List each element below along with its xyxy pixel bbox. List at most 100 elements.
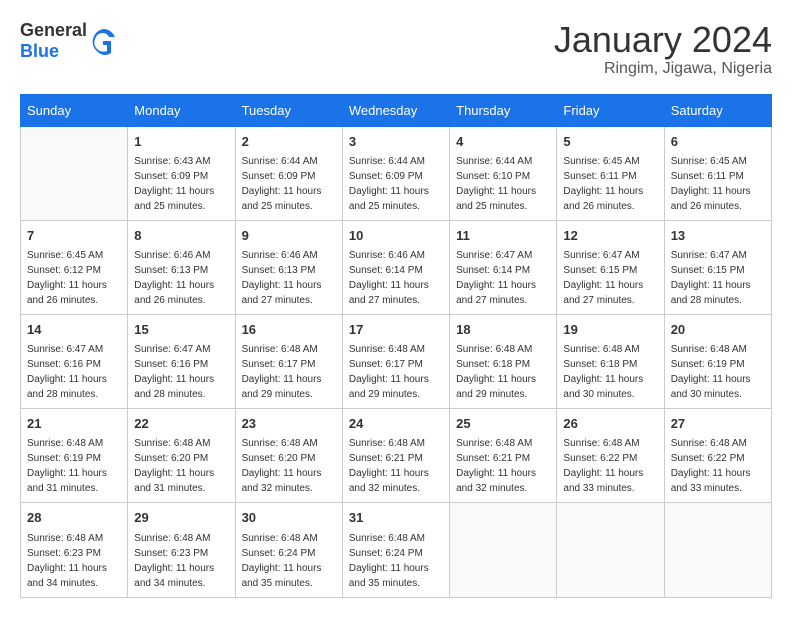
day-info: Sunrise: 6:48 AMSunset: 6:22 PMDaylight:… [563,436,657,496]
day-number: 17 [349,321,443,339]
day-number: 8 [134,227,228,245]
header-friday: Friday [557,94,664,126]
day-number: 21 [27,415,121,433]
day-number: 5 [563,133,657,151]
day-info: Sunrise: 6:48 AMSunset: 6:22 PMDaylight:… [671,436,765,496]
calendar-cell: 28Sunrise: 6:48 AMSunset: 6:23 PMDayligh… [21,503,128,597]
day-info: Sunrise: 6:43 AMSunset: 6:09 PMDaylight:… [134,154,228,214]
day-number: 26 [563,415,657,433]
day-number: 23 [242,415,336,433]
day-number: 2 [242,133,336,151]
location: Ringim, Jigawa, Nigeria [554,60,772,78]
day-info: Sunrise: 6:47 AMSunset: 6:16 PMDaylight:… [27,342,121,402]
day-number: 27 [671,415,765,433]
calendar-cell: 27 Sunrise: 6:48 AMSunset: 6:22 PMDayligh… [664,409,771,503]
logo-general: General [20,20,87,40]
day-number: 22 [134,415,228,433]
header-wednesday: Wednesday [342,94,449,126]
month-title: January 2024 [554,20,772,60]
day-number: 25 [456,415,550,433]
header-saturday: Saturday [664,94,771,126]
calendar-cell: 8 Sunrise: 6:46 AMSunset: 6:13 PMDaylight… [128,220,235,314]
day-number: 14 [27,321,121,339]
calendar-cell [557,503,664,597]
calendar-cell: 14 Sunrise: 6:47 AMSunset: 6:16 PMDayligh… [21,314,128,408]
day-info: Sunrise: 6:44 AMSunset: 6:09 PMDaylight:… [349,154,443,214]
calendar-cell: 19Sunrise: 6:48 AMSunset: 6:18 PMDayligh… [557,314,664,408]
calendar-cell: 29 Sunrise: 6:48 AMSunset: 6:23 PMDayligh… [128,503,235,597]
calendar-cell: 22 Sunrise: 6:48 AMSunset: 6:20 PMDayligh… [128,409,235,503]
calendar-cell: 16 Sunrise: 6:48 AMSunset: 6:17 PMDayligh… [235,314,342,408]
calendar-table: Sunday Monday Tuesday Wednesday Thursday… [20,94,772,598]
page-header: General Blue January 2024 Ringim, Jigawa… [20,20,772,78]
day-info: Sunrise: 6:48 AMSunset: 6:23 PMDaylight:… [27,531,121,591]
day-number: 20 [671,321,765,339]
day-info: Sunrise: 6:48 AMSunset: 6:20 PMDaylight:… [134,436,228,496]
day-number: 11 [456,227,550,245]
header-monday: Monday [128,94,235,126]
calendar-cell [450,503,557,597]
day-number: 29 [134,509,228,527]
day-number: 30 [242,509,336,527]
day-number: 19 [563,321,657,339]
day-info: Sunrise: 6:44 AMSunset: 6:10 PMDaylight:… [456,154,550,214]
calendar-header: Sunday Monday Tuesday Wednesday Thursday… [21,94,772,126]
day-info: Sunrise: 6:45 AMSunset: 6:11 PMDaylight:… [563,154,657,214]
header-thursday: Thursday [450,94,557,126]
day-info: Sunrise: 6:47 AMSunset: 6:14 PMDaylight:… [456,248,550,308]
calendar-cell [21,126,128,220]
title-area: January 2024 Ringim, Jigawa, Nigeria [554,20,772,78]
logo-icon [89,27,117,55]
day-info: Sunrise: 6:48 AMSunset: 6:17 PMDaylight:… [349,342,443,402]
calendar-cell: 20 Sunrise: 6:48 AMSunset: 6:19 PMDayligh… [664,314,771,408]
calendar-cell: 31 Sunrise: 6:48 AMSunset: 6:24 PMDayligh… [342,503,449,597]
calendar-cell: 3Sunrise: 6:44 AMSunset: 6:09 PMDaylight… [342,126,449,220]
day-info: Sunrise: 6:44 AMSunset: 6:09 PMDaylight:… [242,154,336,214]
calendar-cell: 30 Sunrise: 6:48 AMSunset: 6:24 PMDayligh… [235,503,342,597]
day-info: Sunrise: 6:48 AMSunset: 6:19 PMDaylight:… [671,342,765,402]
calendar-cell: 5 Sunrise: 6:45 AMSunset: 6:11 PMDaylight… [557,126,664,220]
header-sunday: Sunday [21,94,128,126]
calendar-cell [664,503,771,597]
day-info: Sunrise: 6:47 AMSunset: 6:15 PMDaylight:… [671,248,765,308]
day-number: 13 [671,227,765,245]
calendar-cell: 13 Sunrise: 6:47 AMSunset: 6:15 PMDayligh… [664,220,771,314]
day-info: Sunrise: 6:48 AMSunset: 6:24 PMDaylight:… [349,531,443,591]
calendar-cell: 6 Sunrise: 6:45 AMSunset: 6:11 PMDaylight… [664,126,771,220]
calendar-cell: 24Sunrise: 6:48 AMSunset: 6:21 PMDayligh… [342,409,449,503]
calendar-cell: 15Sunrise: 6:47 AMSunset: 6:16 PMDayligh… [128,314,235,408]
calendar-cell: 25 Sunrise: 6:48 AMSunset: 6:21 PMDayligh… [450,409,557,503]
day-number: 31 [349,509,443,527]
day-info: Sunrise: 6:48 AMSunset: 6:20 PMDaylight:… [242,436,336,496]
day-info: Sunrise: 6:48 AMSunset: 6:21 PMDaylight:… [456,436,550,496]
calendar-cell: 12Sunrise: 6:47 AMSunset: 6:15 PMDayligh… [557,220,664,314]
day-info: Sunrise: 6:48 AMSunset: 6:21 PMDaylight:… [349,436,443,496]
day-info: Sunrise: 6:45 AMSunset: 6:11 PMDaylight:… [671,154,765,214]
calendar-cell: 18Sunrise: 6:48 AMSunset: 6:18 PMDayligh… [450,314,557,408]
logo: General Blue [20,20,117,62]
day-info: Sunrise: 6:48 AMSunset: 6:24 PMDaylight:… [242,531,336,591]
day-number: 1 [134,133,228,151]
calendar-cell: 2 Sunrise: 6:44 AMSunset: 6:09 PMDaylight… [235,126,342,220]
calendar-cell: 21Sunrise: 6:48 AMSunset: 6:19 PMDayligh… [21,409,128,503]
calendar-cell: 7Sunrise: 6:45 AMSunset: 6:12 PMDaylight… [21,220,128,314]
day-info: Sunrise: 6:47 AMSunset: 6:16 PMDaylight:… [134,342,228,402]
day-info: Sunrise: 6:48 AMSunset: 6:23 PMDaylight:… [134,531,228,591]
day-info: Sunrise: 6:46 AMSunset: 6:14 PMDaylight:… [349,248,443,308]
day-info: Sunrise: 6:46 AMSunset: 6:13 PMDaylight:… [134,248,228,308]
calendar-cell: 1 Sunrise: 6:43 AMSunset: 6:09 PMDaylight… [128,126,235,220]
day-number: 9 [242,227,336,245]
calendar-week-4: 21Sunrise: 6:48 AMSunset: 6:19 PMDayligh… [21,409,772,503]
calendar-cell: 10 Sunrise: 6:46 AMSunset: 6:14 PMDayligh… [342,220,449,314]
calendar-week-2: 7Sunrise: 6:45 AMSunset: 6:12 PMDaylight… [21,220,772,314]
calendar-cell: 11 Sunrise: 6:47 AMSunset: 6:14 PMDayligh… [450,220,557,314]
day-number: 7 [27,227,121,245]
day-number: 16 [242,321,336,339]
calendar-cell: 4Sunrise: 6:44 AMSunset: 6:10 PMDaylight… [450,126,557,220]
logo-blue: Blue [20,41,59,61]
day-info: Sunrise: 6:48 AMSunset: 6:17 PMDaylight:… [242,342,336,402]
calendar-cell: 17 Sunrise: 6:48 AMSunset: 6:17 PMDayligh… [342,314,449,408]
day-number: 10 [349,227,443,245]
day-number: 6 [671,133,765,151]
calendar-body: 1 Sunrise: 6:43 AMSunset: 6:09 PMDaylight… [21,126,772,597]
